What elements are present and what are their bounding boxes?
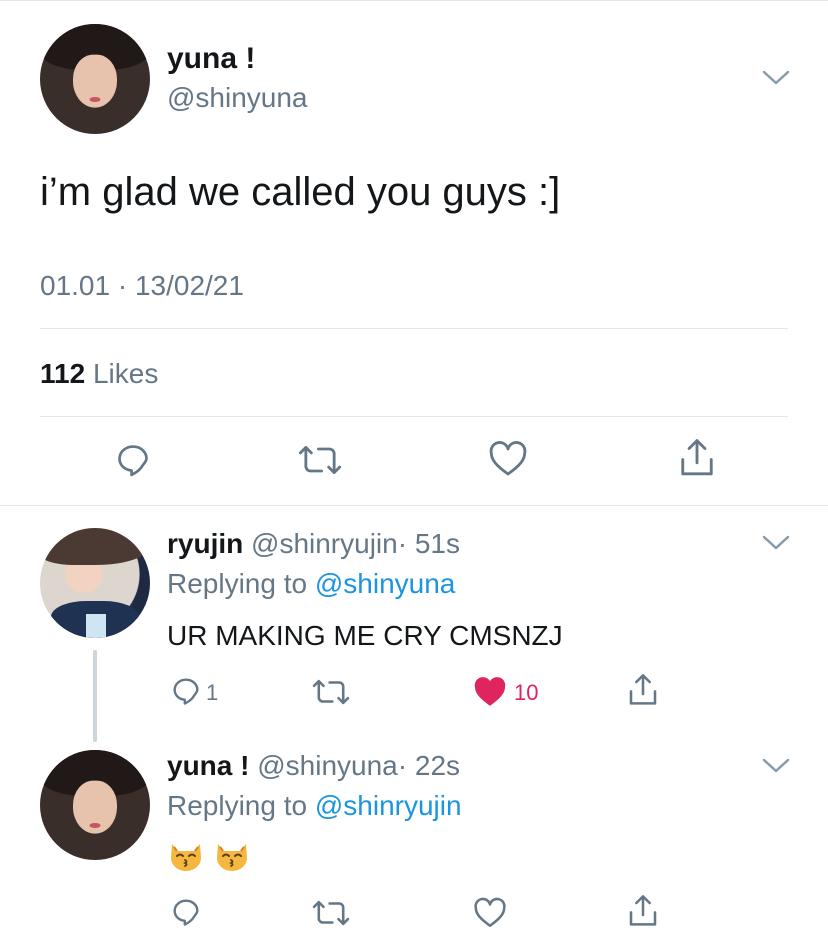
reply-time[interactable]: · 51s [398,528,460,559]
divider [40,328,788,329]
thread-connector [93,650,97,742]
replying-to: Replying to @shinryujin [167,790,462,822]
likes-stat[interactable]: 112 Likes [40,358,158,390]
handle[interactable]: @shinyuna [257,750,398,781]
share-icon[interactable] [627,672,659,708]
display-name[interactable]: yuna ! [167,750,249,781]
divider [40,416,788,417]
chevron-down-icon[interactable] [761,533,791,553]
reply-icon[interactable] [170,675,202,707]
kissing-cat-emoji [171,844,201,871]
reply-time[interactable]: · 22s [398,750,460,781]
likes-count: 112 [40,358,86,389]
reply-count: 1 [206,680,219,705]
avatar[interactable] [40,24,150,134]
handle[interactable]: @shinyuna [167,82,308,114]
replying-to-link[interactable]: @shinyuna [315,568,456,599]
kissing-cat-emoji [217,844,247,871]
replying-to: Replying to @shinyuna [167,568,455,600]
timestamp[interactable]: 01.01 · 13/02/21 [40,270,244,302]
like-icon-filled[interactable] [473,676,507,708]
reply-text: UR MAKING ME CRY CMSNZJ [167,620,563,651]
like-icon[interactable] [488,440,528,478]
divider [0,505,828,506]
replying-prefix: Replying to [167,568,308,599]
like-count: 10 [514,680,539,705]
reply-header: yuna ! @shinyuna· 22s [167,750,460,782]
share-icon[interactable] [627,893,659,929]
tweet-text: i’m glad we called you guys :] [40,170,561,214]
replying-prefix: Replying to [167,790,308,821]
display-name[interactable]: yuna ! [167,42,255,76]
reply-header: ryujin @shinryujin· 51s [167,528,460,560]
share-icon[interactable] [678,437,716,479]
retweet-icon[interactable] [298,442,342,478]
replying-to-link[interactable]: @shinryujin [315,790,462,821]
handle[interactable]: @shinryujin [251,528,398,559]
avatar[interactable] [40,528,150,638]
display-name[interactable]: ryujin [167,528,243,559]
retweet-icon[interactable] [312,898,350,928]
likes-label: Likes [92,358,159,389]
top-divider [0,0,828,1]
retweet-icon[interactable] [312,677,350,707]
chevron-down-icon[interactable] [761,756,791,776]
reply-icon[interactable] [114,441,152,479]
chevron-down-icon[interactable] [761,68,791,88]
like-icon[interactable] [473,897,507,929]
avatar[interactable] [40,750,150,860]
reply-icon[interactable] [170,896,202,928]
